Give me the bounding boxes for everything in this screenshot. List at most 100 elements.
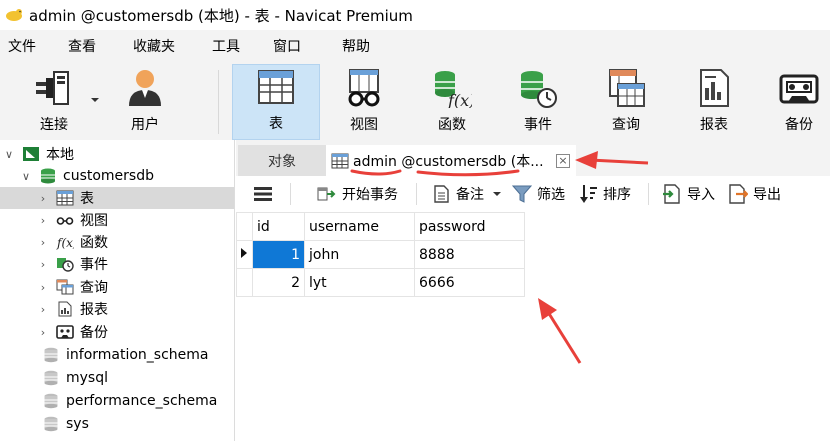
tree-database-performance-schema[interactable]: performance_schema: [0, 390, 234, 412]
chevron-right-icon[interactable]: ›: [38, 258, 48, 271]
connect-button[interactable]: 连接: [22, 64, 86, 140]
database-label: information_schema: [66, 347, 209, 363]
tree-database-customersdb[interactable]: ∨ customersdb: [0, 165, 234, 187]
menu-view[interactable]: 查看: [68, 36, 96, 56]
function-button[interactable]: f(x) 函数: [420, 64, 484, 140]
tree-item-functions[interactable]: › f(x) 函数: [0, 231, 234, 253]
user-button[interactable]: 用户: [112, 64, 178, 140]
close-icon[interactable]: ×: [556, 154, 570, 168]
begin-transaction-label: 开始事务: [342, 187, 398, 203]
menu-favorites[interactable]: 收藏夹: [133, 36, 175, 56]
database-label: performance_schema: [66, 393, 218, 409]
table-toolbar: 开始事务 备注 筛选 排序 导入 导出: [236, 176, 830, 212]
cell-id[interactable]: 1: [252, 240, 305, 269]
row-indicator[interactable]: [236, 268, 253, 297]
user-icon: [129, 70, 161, 106]
event-label: 事件: [524, 117, 552, 133]
connect-dropdown-icon[interactable]: [90, 96, 100, 104]
cell-id[interactable]: 2: [252, 268, 305, 297]
tab-table-label: admin @customersdb (本...: [353, 153, 544, 170]
tree-item-backups[interactable]: › 备份: [0, 321, 234, 343]
event-button[interactable]: 事件: [506, 64, 570, 140]
cell-username[interactable]: john: [304, 240, 415, 269]
tree-item-label: 视图: [80, 213, 108, 229]
menu-file[interactable]: 文件: [8, 36, 36, 56]
chevron-down-icon[interactable]: ∨: [4, 148, 14, 161]
tree-item-events[interactable]: › 事件: [0, 253, 234, 275]
column-header-id[interactable]: id: [252, 212, 305, 241]
tree-item-tables[interactable]: › 表: [0, 187, 234, 209]
chevron-right-icon[interactable]: ›: [38, 326, 48, 339]
navicat-logo-icon: [6, 9, 22, 21]
current-row-arrow-icon: [241, 247, 247, 258]
view-button[interactable]: 视图: [332, 64, 396, 140]
data-grid: id username password 1 john 8888 2 lyt 6…: [236, 212, 830, 441]
table-icon: [331, 153, 349, 168]
chevron-right-icon[interactable]: ›: [38, 214, 48, 227]
sort-button[interactable]: 排序: [580, 176, 631, 212]
filter-label: 筛选: [537, 187, 565, 203]
chevron-right-icon[interactable]: ›: [38, 192, 48, 205]
column-header-password[interactable]: password: [414, 212, 525, 241]
chevron-right-icon[interactable]: ›: [38, 303, 48, 316]
connection-icon: [23, 147, 39, 161]
row-indicator[interactable]: [236, 240, 253, 269]
chevron-down-icon[interactable]: [492, 190, 502, 198]
query-button[interactable]: 查询: [594, 64, 658, 140]
menu-window[interactable]: 窗口: [273, 36, 301, 56]
tab-table-customersdb[interactable]: admin @customersdb (本... ×: [326, 145, 576, 176]
note-button[interactable]: 备注: [432, 176, 502, 212]
tab-strip: 对象 admin @customersdb (本... ×: [236, 140, 830, 176]
tree-item-queries[interactable]: › 查询: [0, 276, 234, 298]
tree-item-reports[interactable]: › 报表: [0, 298, 234, 320]
export-button[interactable]: 导出: [728, 176, 781, 212]
table-button[interactable]: 表: [232, 64, 320, 140]
begin-transaction-button[interactable]: 开始事务: [316, 176, 398, 212]
view-label: 视图: [350, 117, 378, 133]
import-button[interactable]: 导入: [662, 176, 715, 212]
plug-icon: [36, 71, 69, 105]
toolbar-separator: [290, 183, 291, 205]
toolbar-separator: [218, 70, 219, 134]
chevron-right-icon[interactable]: ›: [38, 281, 48, 294]
cell-username[interactable]: lyt: [304, 268, 415, 297]
data-table: id username password 1 john 8888 2 lyt 6…: [236, 212, 525, 297]
chevron-right-icon[interactable]: ›: [38, 236, 48, 249]
note-label: 备注: [456, 187, 484, 203]
toolbar-separator: [416, 183, 417, 205]
tab-objects-label: 对象: [268, 153, 296, 170]
tree-connection-local[interactable]: ∨ 本地: [0, 143, 234, 165]
tree-item-label: 表: [80, 191, 94, 207]
report-button[interactable]: 报表: [682, 64, 746, 140]
tree-database-information-schema[interactable]: information_schema: [0, 344, 234, 366]
database-label: sys: [66, 416, 89, 432]
tree-item-views[interactable]: › 视图: [0, 209, 234, 231]
hamburger-icon: [254, 187, 272, 201]
menu-tools[interactable]: 工具: [212, 36, 240, 56]
tab-objects[interactable]: 对象: [238, 145, 326, 176]
header-row: id username password: [236, 212, 525, 241]
event-clock-icon: [521, 71, 557, 108]
export-icon: [729, 184, 748, 204]
tree-item-label: 报表: [80, 302, 108, 318]
database-icon: [44, 370, 58, 386]
tree-database-mysql[interactable]: mysql: [0, 367, 234, 389]
cell-password[interactable]: 6666: [414, 268, 525, 297]
column-header-username[interactable]: username: [304, 212, 415, 241]
cell-password[interactable]: 8888: [414, 240, 525, 269]
tree-item-label: 备份: [80, 325, 108, 341]
chevron-down-icon[interactable]: ∨: [21, 170, 31, 183]
table-row[interactable]: 2 lyt 6666: [236, 268, 525, 297]
title-bar: admin @customersdb (本地) - 表 - Navicat Pr…: [0, 0, 830, 30]
import-icon: [663, 184, 680, 204]
menu-help[interactable]: 帮助: [342, 36, 370, 56]
tree-item-label: 事件: [80, 257, 108, 273]
tree-database-sys[interactable]: sys: [0, 413, 234, 435]
menu-hamburger-button[interactable]: [254, 176, 272, 212]
transaction-icon: [317, 187, 336, 201]
svg-text:f(x): f(x): [447, 91, 472, 108]
database-label: customersdb: [63, 168, 154, 184]
backup-button[interactable]: 备份: [768, 64, 830, 140]
table-row[interactable]: 1 john 8888: [236, 240, 525, 269]
filter-button[interactable]: 筛选: [512, 176, 565, 212]
